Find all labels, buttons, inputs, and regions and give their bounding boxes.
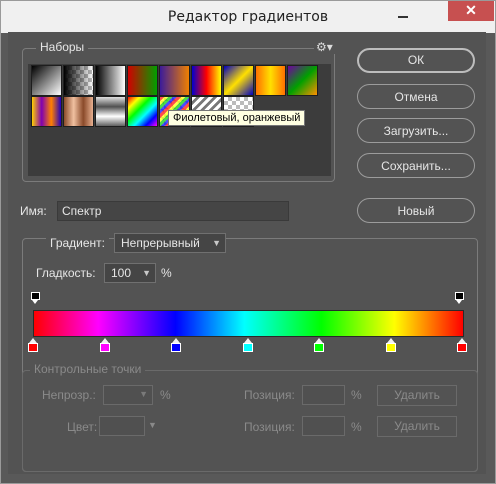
chevron-down-icon: ▼ (139, 389, 148, 399)
opacity-input[interactable]: ▼ (103, 385, 153, 405)
gradient-type-value: Непрерывный (121, 236, 200, 250)
smoothness-label: Гладкость: (36, 266, 96, 280)
window-title: Редактор градиентов (167, 9, 329, 25)
color-position-input[interactable] (302, 416, 345, 436)
opacity-position-unit: % (351, 388, 362, 402)
chevron-down-icon: ▼ (148, 420, 157, 430)
delete-color-stop-button[interactable]: Удалить (377, 416, 457, 437)
color-position-unit: % (351, 420, 362, 434)
preset-swatch-foreground-to-background[interactable] (31, 65, 62, 96)
opacity-position-input[interactable] (302, 385, 345, 405)
gradient-type-label: Градиент: (46, 236, 110, 250)
preset-swatch-violet-green-orange[interactable] (287, 65, 318, 96)
preset-swatch-foreground-to-transparent[interactable] (63, 65, 94, 96)
preset-swatch-blue-yellow-blue[interactable] (223, 65, 254, 96)
color-label: Цвет: (67, 420, 98, 434)
control-points-title: Контрольные точки (30, 362, 146, 376)
opacity-unit: % (160, 388, 171, 402)
preset-swatch-blue-red-yellow[interactable] (191, 65, 222, 96)
color-stop-6[interactable] (386, 338, 396, 352)
color-stop-1[interactable] (28, 338, 38, 352)
chevron-down-icon: ▼ (212, 238, 221, 248)
preset-tooltip: Фиолетовый, оранжевый (168, 110, 306, 126)
presets-label: Наборы (36, 40, 89, 54)
color-swatch[interactable] (99, 416, 145, 436)
ok-button[interactable]: ОК (357, 48, 475, 73)
preset-swatch-red-green[interactable] (127, 65, 158, 96)
opacity-position-label: Позиция: (244, 388, 295, 402)
color-stop-3[interactable] (171, 338, 181, 352)
opacity-stop-right[interactable] (455, 292, 464, 304)
opacity-stop-left[interactable] (31, 292, 40, 304)
new-button[interactable]: Новый (357, 198, 475, 223)
chevron-down-icon: ▼ (142, 268, 151, 278)
color-stop-4[interactable] (243, 338, 253, 352)
color-position-label: Позиция: (244, 420, 295, 434)
close-icon[interactable]: ✕ (448, 1, 494, 21)
cancel-button[interactable]: Отмена (357, 84, 475, 109)
color-stop-2[interactable] (100, 338, 110, 352)
opacity-label: Непрозр.: (42, 388, 96, 402)
name-input[interactable]: Спектр (57, 201, 289, 221)
preset-swatch-orange-yellow-orange[interactable] (255, 65, 286, 96)
preset-swatch-chrome[interactable] (95, 96, 126, 127)
smoothness-value: 100 (111, 266, 132, 280)
preset-swatch-copper[interactable] (63, 96, 94, 127)
name-label: Имя: (20, 204, 47, 218)
preset-swatch-spectrum[interactable] (127, 96, 158, 127)
smoothness-unit: % (161, 266, 172, 280)
smoothness-input[interactable]: 100 ▼ (104, 263, 156, 283)
preset-swatch-violet-orange[interactable] (159, 65, 190, 96)
color-stop-5[interactable] (314, 338, 324, 352)
gradient-preview-bar[interactable] (33, 310, 464, 337)
delete-opacity-stop-button[interactable]: Удалить (377, 385, 457, 406)
save-button[interactable]: Сохранить... (357, 153, 475, 178)
gradient-type-select[interactable]: Непрерывный ▼ (114, 233, 226, 253)
title-bar: Редактор градиентов ✕ (1, 1, 495, 33)
preset-swatch-yellow-violet-orange-blue[interactable] (31, 96, 62, 127)
load-button[interactable]: Загрузить... (357, 118, 475, 143)
minimize-icon[interactable] (398, 16, 408, 18)
preset-swatch-black-white[interactable] (95, 65, 126, 96)
gear-icon[interactable]: ⚙▾ (314, 40, 335, 54)
color-stop-7[interactable] (457, 338, 467, 352)
